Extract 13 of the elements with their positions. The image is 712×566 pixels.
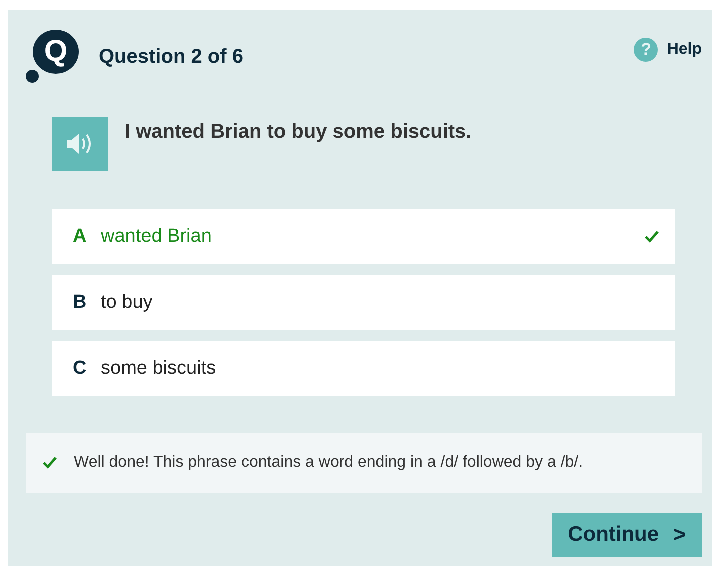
check-icon bbox=[645, 230, 659, 242]
question-counter: Question 2 of 6 bbox=[99, 46, 244, 68]
answer-option[interactable]: C some biscuits bbox=[52, 341, 675, 396]
help-link[interactable]: ? Help bbox=[634, 38, 702, 62]
answer-option[interactable]: A wanted Brian bbox=[52, 209, 675, 264]
check-icon bbox=[43, 457, 57, 469]
logo-dot bbox=[26, 70, 39, 83]
answer-option[interactable]: B to buy bbox=[52, 275, 675, 330]
audio-button[interactable] bbox=[52, 117, 108, 171]
logo-letter: Q bbox=[33, 30, 79, 74]
feedback-text: Well done! This phrase contains a word ending in a /d/ followed by a /b/. bbox=[74, 454, 584, 472]
continue-button[interactable]: Continue > bbox=[552, 513, 702, 557]
question-sentence: I wanted Brian to buy some biscuits. bbox=[125, 121, 472, 144]
